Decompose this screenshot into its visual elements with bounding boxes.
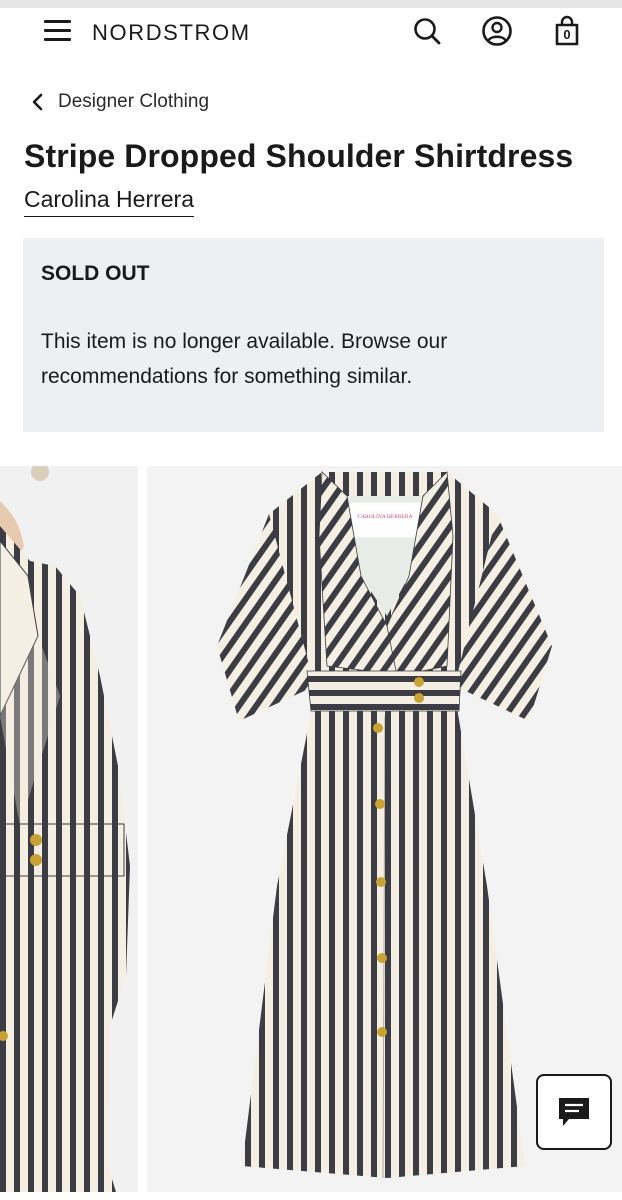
sold-out-notice: SOLD OUT This item is no longer availabl…	[23, 238, 604, 432]
chat-icon	[559, 1098, 589, 1126]
sold-out-heading: SOLD OUT	[41, 262, 150, 285]
brand-link[interactable]: Carolina Herrera	[24, 186, 195, 217]
search-icon[interactable]	[410, 14, 444, 48]
hamburger-menu-icon[interactable]	[44, 20, 72, 42]
breadcrumb-label: Designer Clothing	[58, 91, 210, 112]
dress-label-text: CAROLINA HERRERA	[357, 514, 412, 520]
product-title: Stripe Dropped Shoulder Shirtdress	[24, 138, 574, 174]
shopping-bag-icon[interactable]: 0	[550, 14, 584, 48]
bag-count-badge: 0	[563, 27, 571, 42]
site-header: NORDSTROM 0	[0, 8, 622, 58]
site-logo[interactable]: NORDSTROM	[92, 20, 251, 46]
browser-top-strip	[0, 0, 622, 8]
chevron-left-icon	[32, 93, 43, 111]
sold-out-message: This item is no longer available. Browse…	[41, 330, 448, 388]
product-image-1[interactable]	[0, 466, 138, 1192]
chat-button[interactable]	[536, 1074, 612, 1150]
account-icon[interactable]	[480, 14, 514, 48]
breadcrumb[interactable]: Designer Clothing	[30, 88, 209, 116]
